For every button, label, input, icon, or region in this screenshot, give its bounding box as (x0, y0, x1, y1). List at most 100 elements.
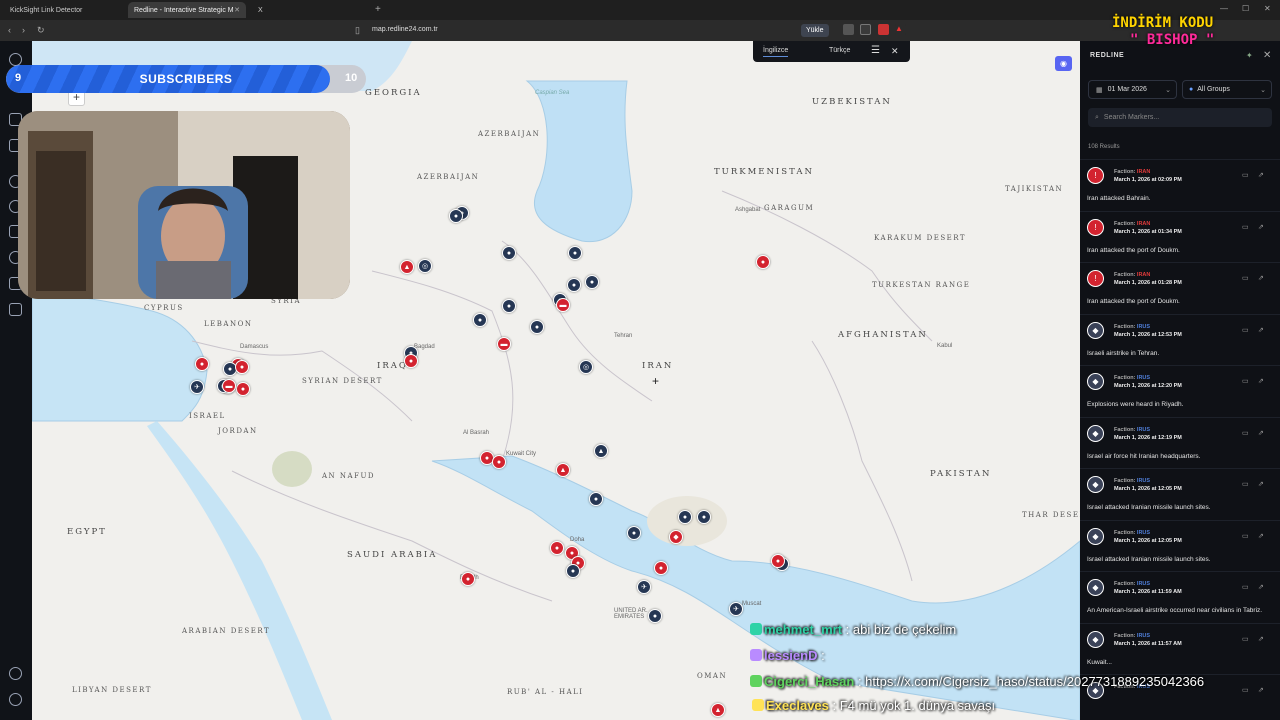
map-marker[interactable]: ● (648, 609, 662, 623)
url-field[interactable]: map.redline24.com.tr (372, 26, 438, 33)
map-marker[interactable]: ● (492, 455, 506, 469)
new-tab-icon[interactable]: + (375, 4, 381, 15)
external-link-icon[interactable]: ⇗ (1258, 429, 1264, 437)
alert-icon[interactable]: ▲ (895, 24, 906, 35)
map-marker[interactable]: ● (195, 357, 209, 371)
map-marker[interactable]: ▬ (222, 379, 236, 393)
maximize-icon[interactable]: ☐ (1242, 4, 1249, 13)
yukle-button[interactable]: Yükle (801, 24, 829, 37)
map-marker[interactable]: ● (473, 313, 487, 327)
map-marker[interactable]: ● (502, 299, 516, 313)
date-select[interactable]: ▦ 01 Mar 2026 ⌄ (1088, 80, 1177, 99)
map-marker[interactable]: ▲ (711, 703, 725, 717)
map-marker[interactable]: ● (461, 572, 475, 586)
event-item[interactable]: ◆ Faction: IRUS March 1, 2026 at 11:59 A… (1080, 571, 1280, 623)
group-select[interactable]: ● All Groups ⌄ (1182, 80, 1272, 99)
event-item[interactable]: ◆ Faction: IRUS March 1, 2026 at 11:57 A… (1080, 622, 1280, 675)
share-icon[interactable] (860, 24, 871, 35)
event-item[interactable]: ! Faction: IRAN March 1, 2026 at 01:28 P… (1080, 262, 1280, 314)
map-marker[interactable]: ● (530, 320, 544, 334)
bookmark-icon[interactable]: ▯ (355, 25, 360, 36)
map-marker[interactable]: ● (502, 246, 516, 260)
map-marker[interactable]: ● (550, 541, 564, 555)
map-marker[interactable]: ● (567, 278, 581, 292)
event-item[interactable]: ! Faction: IRAN March 1, 2026 at 01:34 P… (1080, 210, 1280, 263)
map-marker[interactable]: ● (627, 526, 641, 540)
map-marker[interactable]: ● (697, 510, 711, 524)
map-marker[interactable]: ● (756, 255, 770, 269)
forward-icon[interactable]: › (22, 25, 25, 35)
tab-kicksight[interactable]: KickSight Link Detector (4, 2, 124, 18)
map-marker[interactable]: ● (449, 209, 463, 223)
event-item[interactable]: ◆ Faction: IRUS March 1, 2026 at 12:05 P… (1080, 519, 1280, 572)
map-marker[interactable]: ✈ (190, 380, 204, 394)
map-marker[interactable]: ● (771, 554, 785, 568)
map-marker[interactable]: ● (404, 354, 418, 368)
event-item[interactable]: ! Faction: IRAN March 1, 2026 at 02:09 P… (1080, 159, 1280, 211)
view-icon[interactable]: ▭ (1242, 635, 1249, 643)
close-sidebar-icon[interactable]: ✕ (1263, 50, 1271, 61)
map-marker[interactable]: ◎ (418, 259, 432, 273)
event-item[interactable]: ◆ Faction: IRUS March 1, 2026 at 12:05 P… (1080, 468, 1280, 520)
extension-icon[interactable] (878, 24, 889, 35)
camera-icon[interactable] (9, 303, 22, 316)
map-marker[interactable]: ◆ (669, 530, 683, 544)
external-link-icon[interactable]: ⇗ (1258, 171, 1264, 179)
map-marker[interactable]: ● (235, 360, 249, 374)
external-link-icon[interactable]: ⇗ (1258, 223, 1264, 231)
menu-icon[interactable]: ☰ (871, 45, 880, 56)
map-marker[interactable]: ● (236, 382, 250, 396)
external-link-icon[interactable]: ⇗ (1258, 583, 1264, 591)
external-link-icon[interactable]: ⇗ (1258, 635, 1264, 643)
map-marker[interactable]: ✈ (637, 580, 651, 594)
event-item[interactable]: ◆ Faction: IRUS March 1, 2026 at 12:53 P… (1080, 313, 1280, 366)
map-marker[interactable]: ✈ (729, 602, 743, 616)
tab-redline[interactable]: Redline - Interactive Strategic M ✕ (128, 2, 246, 18)
map-marker[interactable]: ▲ (594, 444, 608, 458)
external-link-icon[interactable]: ⇗ (1258, 532, 1264, 540)
map-marker[interactable]: ● (566, 564, 580, 578)
translate-icon[interactable] (843, 24, 854, 35)
marker-search-input[interactable]: ⌕ Search Markers... (1088, 108, 1272, 127)
tab-x[interactable]: X (252, 2, 370, 18)
view-icon[interactable]: ▭ (1242, 326, 1249, 334)
map-marker[interactable]: ▲ (556, 463, 570, 477)
view-icon[interactable]: ▭ (1242, 171, 1249, 179)
external-link-icon[interactable]: ⇗ (1258, 686, 1264, 694)
settings-icon[interactable]: ✦ (1246, 51, 1253, 60)
map-marker[interactable]: ● (585, 275, 599, 289)
map-marker[interactable]: ▬ (556, 298, 570, 312)
reload-icon[interactable]: ↻ (37, 25, 45, 36)
back-icon[interactable]: ‹ (8, 25, 11, 35)
map-marker[interactable]: ▬ (497, 337, 511, 351)
event-item[interactable]: ◆ Faction: IRUS March 1, 2026 at 12:19 P… (1080, 416, 1280, 469)
view-icon[interactable]: ▭ (1242, 686, 1249, 694)
external-link-icon[interactable]: ⇗ (1258, 377, 1264, 385)
event-item[interactable]: ◆ Faction: IRUS March 1, 2026 at 12:20 P… (1080, 365, 1280, 417)
view-icon[interactable]: ▭ (1242, 223, 1249, 231)
map-marker[interactable]: ● (678, 510, 692, 524)
broadcast-icon[interactable] (9, 667, 22, 680)
discord-icon[interactable]: ◉ (1055, 56, 1072, 71)
map-marker[interactable]: ● (589, 492, 603, 506)
lang-turkish[interactable]: Türkçe (829, 47, 850, 54)
close-icon[interactable]: ✕ (891, 46, 899, 57)
view-icon[interactable]: ▭ (1242, 583, 1249, 591)
view-icon[interactable]: ▭ (1242, 377, 1249, 385)
map-marker[interactable]: ▲ (400, 260, 414, 274)
external-link-icon[interactable]: ⇗ (1258, 274, 1264, 282)
view-icon[interactable]: ▭ (1242, 274, 1249, 282)
minimize-icon[interactable]: — (1220, 4, 1228, 13)
view-icon[interactable]: ▭ (1242, 429, 1249, 437)
map-marker[interactable]: ● (568, 246, 582, 260)
info-icon[interactable] (9, 693, 22, 706)
lang-english[interactable]: İngilizce (763, 47, 789, 57)
view-icon[interactable]: ▭ (1242, 532, 1249, 540)
external-link-icon[interactable]: ⇗ (1258, 326, 1264, 334)
view-icon[interactable]: ▭ (1242, 480, 1249, 488)
map-marker[interactable]: ◎ (579, 360, 593, 374)
map-marker[interactable]: ● (654, 561, 668, 575)
external-link-icon[interactable]: ⇗ (1258, 480, 1264, 488)
close-icon[interactable]: ✕ (234, 6, 240, 14)
close-window-icon[interactable]: ✕ (1264, 4, 1271, 13)
